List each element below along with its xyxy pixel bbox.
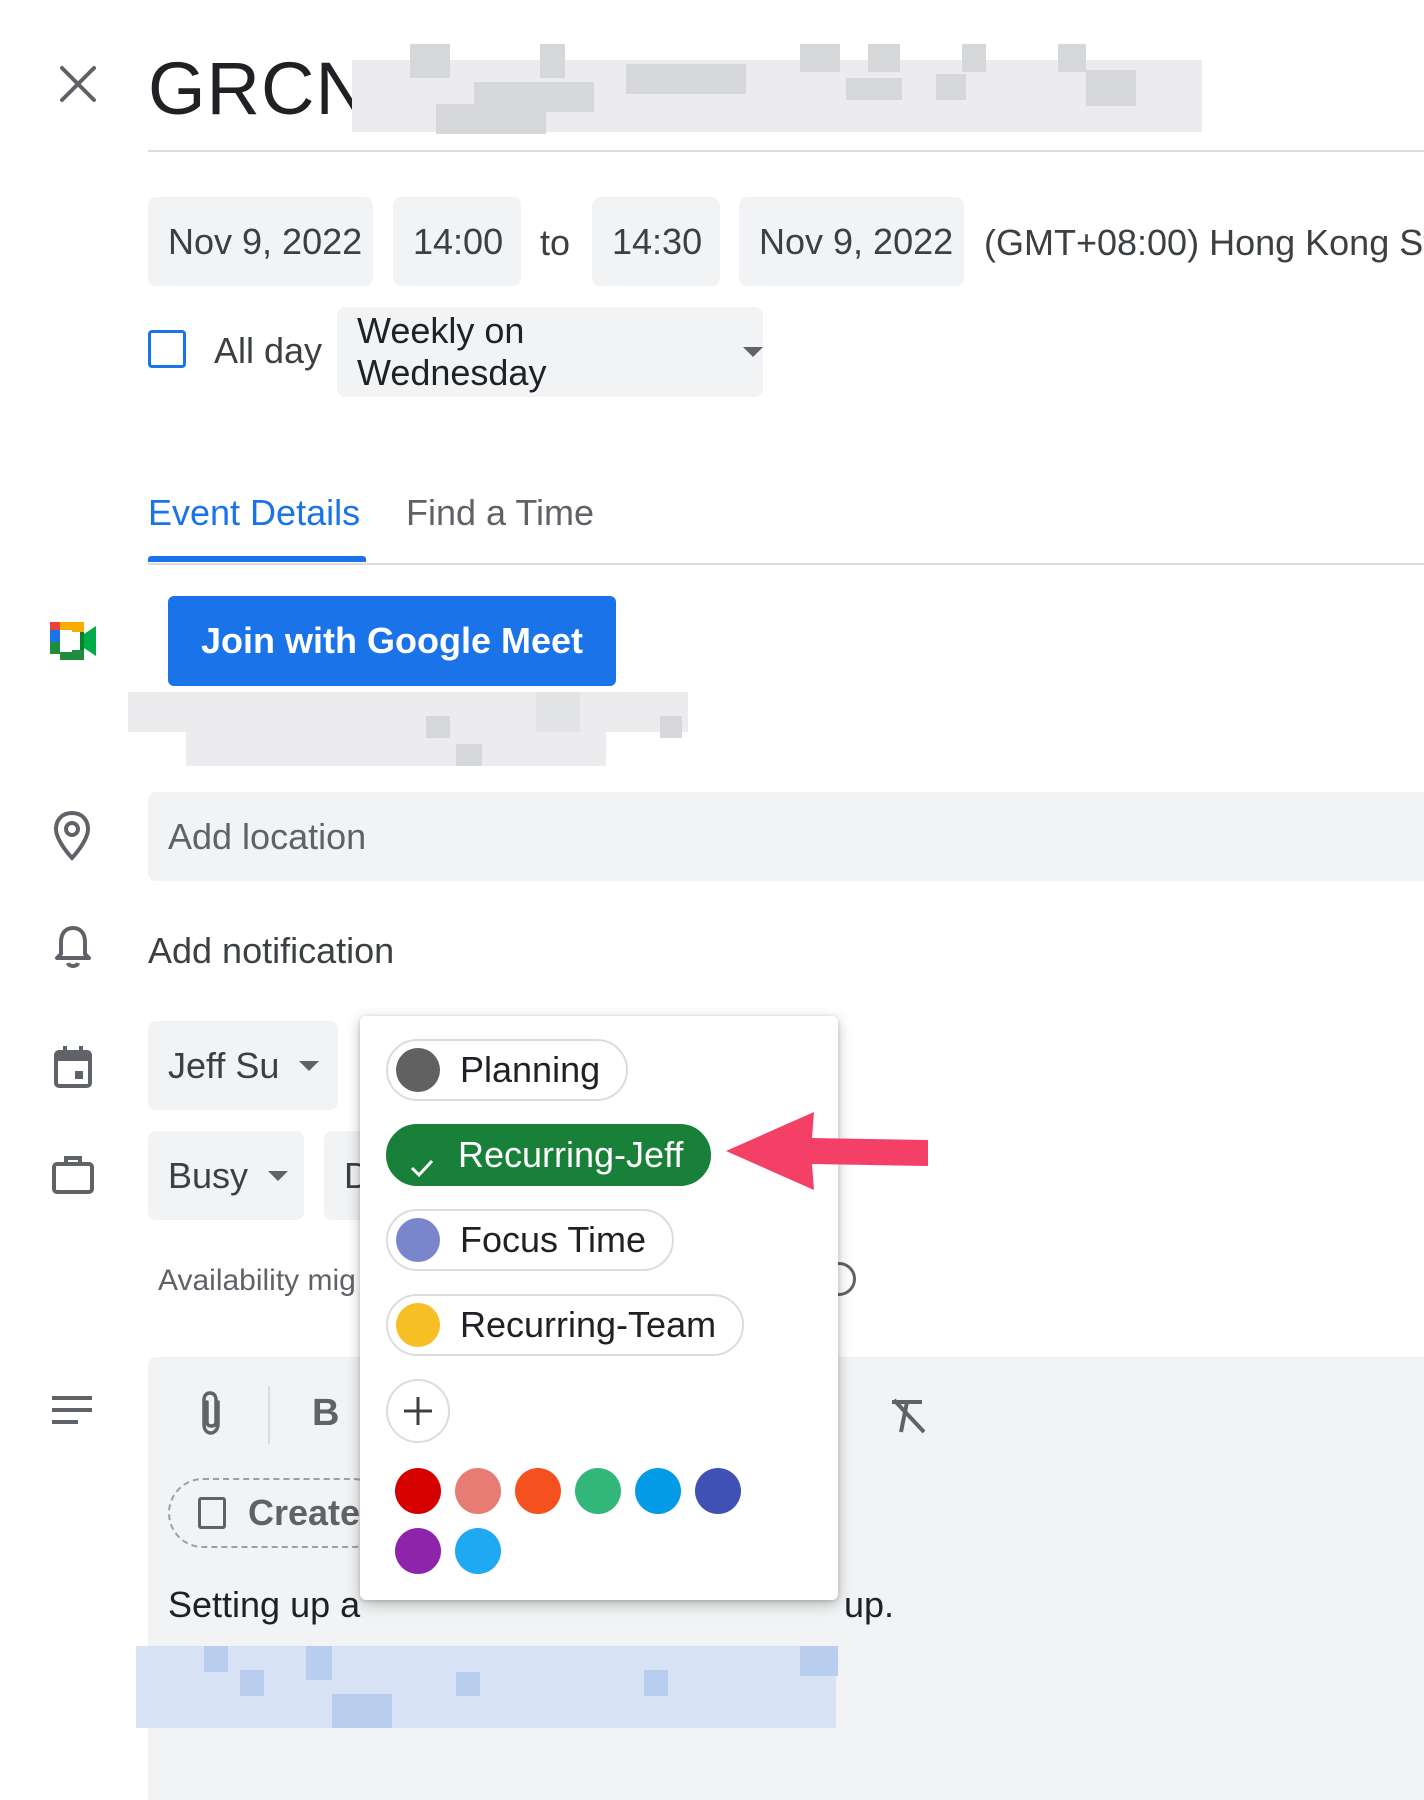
color-swatch-indigo[interactable] (695, 1468, 741, 1514)
briefcase-icon (50, 1154, 96, 1196)
location-pin-icon (52, 810, 92, 862)
tab-event-details[interactable]: Event Details (148, 492, 360, 534)
label-item-planning[interactable]: Planning (386, 1039, 629, 1101)
join-meet-label: Join with Google Meet (200, 620, 583, 661)
tab-find-a-time[interactable]: Find a Time (406, 492, 594, 534)
recurrence-text: Weekly on Wednesday (357, 310, 547, 393)
create-notes-button[interactable]: Create (168, 1478, 388, 1548)
label-name: Recurring-Team (460, 1304, 717, 1345)
color-swatch-green[interactable] (575, 1468, 621, 1514)
add-notification-button[interactable]: Add notification (148, 930, 394, 972)
start-date-text: Nov 9, 2022 (168, 220, 363, 262)
bell-icon (54, 924, 92, 970)
active-tab-indicator (148, 556, 366, 562)
calendar-icon (52, 1044, 94, 1090)
check-icon (410, 1145, 434, 1178)
availability-hint: Availability mig (158, 1264, 356, 1297)
bold-button[interactable]: B (312, 1392, 339, 1435)
color-swatch-purple[interactable] (395, 1528, 441, 1574)
location-input[interactable]: Add location (148, 792, 1424, 881)
attachment-icon[interactable] (196, 1390, 226, 1436)
title-underline (148, 150, 1424, 152)
create-notes-label: Create (248, 1492, 361, 1533)
color-swatch-salmon[interactable] (455, 1468, 501, 1514)
google-meet-icon (50, 622, 96, 660)
label-color-dot (396, 1303, 440, 1347)
timezone-button[interactable]: (GMT+08:00) Hong Kong Sta (984, 222, 1424, 264)
color-swatch-orange[interactable] (515, 1468, 561, 1514)
label-name: Recurring-Jeff (458, 1134, 684, 1175)
plus-icon[interactable] (386, 1379, 450, 1443)
label-name: Focus Time (460, 1219, 647, 1260)
location-placeholder: Add location (168, 815, 367, 857)
end-time-field[interactable]: 14:30 (592, 197, 720, 286)
start-time-text: 14:00 (413, 220, 504, 262)
availability-text: Busy (168, 1154, 249, 1196)
label-item-focus-time[interactable]: Focus Time (386, 1209, 675, 1271)
label-item-recurring-team[interactable]: Recurring-Team (386, 1294, 745, 1356)
start-time-field[interactable]: 14:00 (393, 197, 521, 286)
label-color-dot (396, 1048, 440, 1092)
label-name: Planning (460, 1049, 601, 1090)
start-date-field[interactable]: Nov 9, 2022 (148, 197, 373, 286)
to-label: to (540, 222, 571, 263)
color-swatch-light-blue[interactable] (455, 1528, 501, 1574)
toolbar-divider (268, 1386, 270, 1444)
description-icon (52, 1396, 92, 1426)
tabs-divider (148, 563, 1424, 565)
chevron-down-icon (268, 1170, 289, 1181)
annotation-arrow (722, 1108, 930, 1194)
color-swatch-red[interactable] (395, 1468, 441, 1514)
availability-dropdown[interactable]: Busy (148, 1131, 304, 1220)
notes-doc-icon (198, 1497, 226, 1529)
join-meet-button[interactable]: Join with Google Meet (168, 596, 616, 686)
clear-formatting-icon[interactable] (888, 1396, 928, 1436)
color-swatch-blue[interactable] (635, 1468, 681, 1514)
event-title[interactable]: GRCN (148, 46, 370, 131)
chevron-down-icon (299, 1060, 320, 1071)
end-time-text: 14:30 (612, 220, 703, 262)
label-item-recurring-jeff[interactable]: Recurring-Jeff (386, 1124, 712, 1186)
close-icon[interactable] (56, 62, 100, 106)
allday-label: All day (214, 330, 323, 371)
calendar-owner-dropdown[interactable]: Jeff Su (148, 1021, 338, 1110)
end-date-text: Nov 9, 2022 (759, 220, 954, 262)
description-text-right: up. (844, 1584, 895, 1625)
calendar-owner-text: Jeff Su (168, 1044, 280, 1086)
allday-checkbox[interactable] (148, 330, 186, 368)
label-color-dot (396, 1218, 440, 1262)
end-date-field[interactable]: Nov 9, 2022 (739, 197, 964, 286)
description-text-left: Setting up a (168, 1584, 361, 1625)
chevron-down-icon (743, 347, 763, 357)
recurrence-dropdown[interactable]: Weekly on Wednesday (337, 307, 763, 397)
